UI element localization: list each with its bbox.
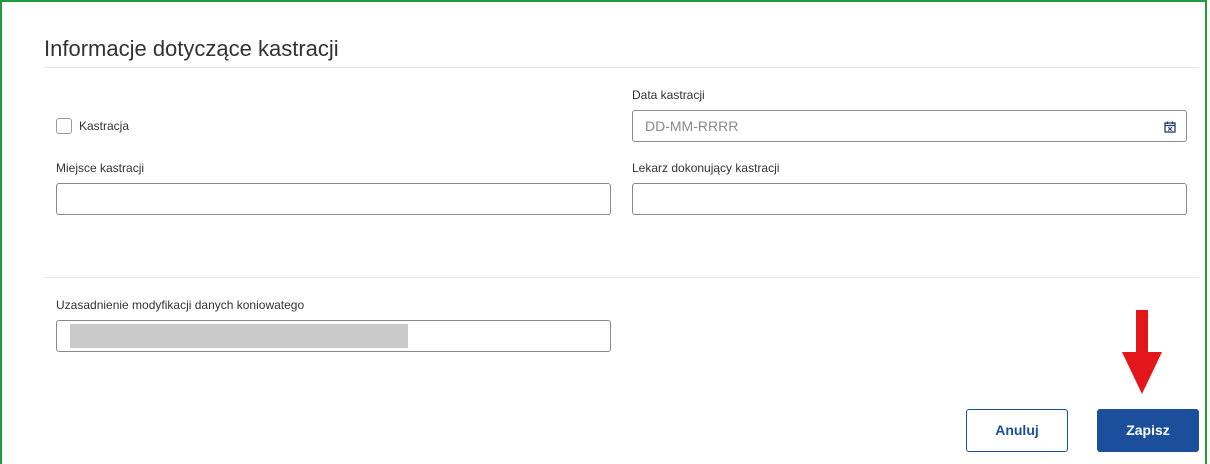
save-button[interactable]: Zapisz bbox=[1097, 409, 1199, 452]
castration-checkbox-label: Kastracja bbox=[79, 119, 130, 133]
castration-date-label: Data kastracji bbox=[632, 88, 705, 102]
modification-reason-input[interactable] bbox=[56, 320, 611, 352]
redacted-value bbox=[70, 324, 408, 348]
castration-place-input[interactable] bbox=[56, 183, 611, 215]
modification-reason-label: Uzasadnienie modyfikacji danych koniowat… bbox=[56, 298, 305, 312]
cancel-button[interactable]: Anuluj bbox=[966, 409, 1068, 452]
castration-date-input[interactable]: DD-MM-RRRR bbox=[632, 110, 1187, 142]
divider bbox=[44, 67, 1199, 68]
castration-place-label: Miejsce kastracji bbox=[56, 161, 145, 175]
section-title: Informacje dotyczące kastracji bbox=[44, 36, 339, 61]
castration-vet-input[interactable] bbox=[632, 183, 1187, 215]
castration-info-panel: Informacje dotyczące kastracji Kastracja… bbox=[0, 0, 1207, 464]
castration-date-placeholder: DD-MM-RRRR bbox=[645, 118, 739, 134]
calendar-icon[interactable] bbox=[1164, 120, 1176, 133]
divider bbox=[44, 277, 1199, 278]
red-arrow-annotation bbox=[1122, 310, 1162, 394]
castration-checkbox[interactable] bbox=[56, 118, 72, 134]
castration-vet-label: Lekarz dokonujący kastracji bbox=[632, 161, 780, 175]
